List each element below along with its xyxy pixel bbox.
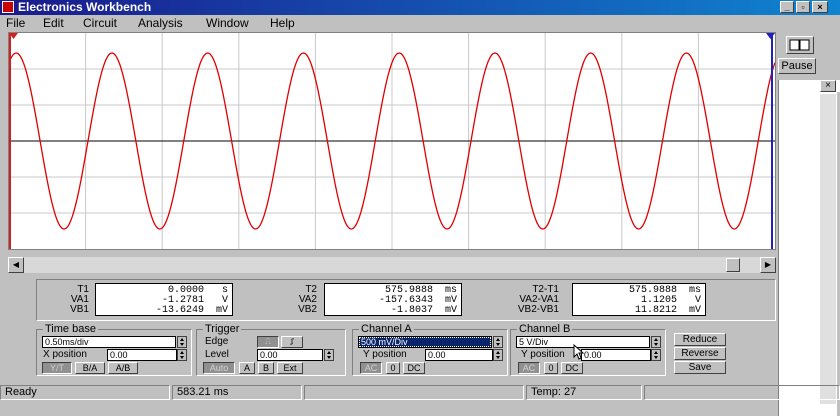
trigger-b-button[interactable]: B — [258, 362, 274, 374]
trigger-group: Trigger Edge ⎍ ⎎ Level 0.00 Auto A B Ext — [196, 323, 346, 376]
trigger-level-spinner[interactable] — [324, 349, 334, 361]
channel-a-group: Channel A 500 mV/Div Y position 0.00 AC … — [352, 323, 508, 376]
app-icon — [2, 1, 14, 13]
status-ready: Ready — [0, 385, 170, 400]
trigger-title: Trigger — [203, 323, 242, 335]
level-label: Level — [205, 349, 229, 360]
menu-bar: File Edit Circuit Analysis Window Help — [0, 15, 840, 32]
scroll-thumb[interactable] — [726, 258, 740, 272]
yt-mode-button[interactable]: Y/T — [42, 362, 72, 374]
menu-help[interactable]: Help — [270, 15, 295, 32]
close-icon[interactable]: × — [820, 80, 836, 92]
menu-window[interactable]: Window — [206, 15, 249, 32]
timebase-title: Time base — [43, 323, 98, 335]
reverse-button[interactable]: Reverse — [674, 347, 726, 360]
channel-b-ypos-spinner[interactable] — [651, 349, 661, 361]
cursor-2-handle[interactable] — [766, 33, 775, 39]
status-blank-2 — [644, 385, 840, 400]
channel-b-ac-button[interactable]: AC — [518, 362, 540, 374]
x-position-field[interactable]: 0.00 — [107, 349, 177, 361]
trigger-ext-button[interactable]: Ext — [277, 362, 303, 374]
vb-diff-value: 11.8212 mV — [634, 305, 701, 316]
timebase-scale-field[interactable]: 0.50ms/div — [42, 336, 176, 348]
waveform-plot — [8, 33, 776, 249]
vb2-value: -1.8037 mV — [390, 305, 457, 316]
menu-file[interactable]: File — [6, 15, 25, 32]
difference-readout: 575.9888 ms 1.1205 V 11.8212 mV — [572, 283, 706, 316]
trigger-a-button[interactable]: A — [239, 362, 255, 374]
trigger-auto-button[interactable]: Auto — [203, 362, 235, 374]
window-title: Electronics Workbench — [18, 0, 152, 14]
edge-label: Edge — [205, 336, 229, 347]
side-panel: Pause × — [776, 32, 840, 416]
channel-a-ypos-field[interactable]: 0.00 — [425, 349, 493, 361]
status-bar: Ready 583.21 ms Temp: 27 — [0, 384, 840, 400]
channel-a-dc-button[interactable]: DC — [403, 362, 425, 374]
rising-edge-icon[interactable]: ⎍ — [257, 336, 279, 348]
mouse-cursor-icon — [573, 344, 585, 360]
channel-b-zero-button[interactable]: 0 — [544, 362, 558, 374]
scroll-left-icon[interactable]: ◀ — [8, 257, 24, 273]
menu-edit[interactable]: Edit — [43, 15, 64, 32]
falling-edge-icon[interactable]: ⎎ — [281, 336, 303, 348]
channel-b-ypos-field[interactable]: 0.00 — [581, 349, 651, 361]
menu-analysis[interactable]: Analysis — [138, 15, 183, 32]
channel-b-dc-button[interactable]: DC — [561, 362, 583, 374]
vb2-label: VB2 — [298, 304, 317, 315]
ba-mode-button[interactable]: B/A — [75, 362, 105, 374]
vertical-scrollbar[interactable] — [820, 94, 836, 404]
vb1-value: -13.6249 mV — [155, 305, 228, 316]
status-blank — [304, 385, 524, 400]
menu-circuit[interactable]: Circuit — [83, 15, 117, 32]
timebase-spinner[interactable] — [177, 336, 187, 348]
channel-a-ypos-spinner[interactable] — [493, 349, 503, 361]
channel-a-scale-field[interactable]: 500 mV/Div — [358, 336, 492, 348]
cursor2-readout: 575.9888 ms -157.6343 mV -1.8037 mV — [324, 283, 462, 316]
channel-b-group: Channel B 5 V/Div Y position 0.00 AC 0 D… — [510, 323, 666, 376]
channel-a-zero-button[interactable]: 0 — [386, 362, 400, 374]
channel-b-title: Channel B — [517, 323, 573, 335]
scroll-right-icon[interactable]: ▶ — [760, 257, 776, 273]
timebase-group: Time base 0.50ms/div X position 0.00 Y/T… — [36, 323, 192, 376]
save-button[interactable]: Save — [674, 361, 726, 374]
restore-button[interactable]: ▫ — [796, 1, 810, 13]
book-icon[interactable] — [786, 36, 814, 54]
close-button[interactable]: × — [812, 1, 828, 13]
x-position-spinner[interactable] — [177, 349, 187, 361]
channel-a-scale-spinner[interactable] — [493, 336, 503, 348]
channel-a-ypos-label: Y position — [363, 349, 407, 360]
reduce-button[interactable]: Reduce — [674, 333, 726, 346]
trigger-level-field[interactable]: 0.00 — [257, 349, 323, 361]
status-temp: Temp: 27 — [526, 385, 642, 400]
vb1-label: VB1 — [70, 304, 89, 315]
pause-button[interactable]: Pause — [778, 58, 816, 74]
minimize-button[interactable]: _ — [780, 1, 794, 13]
channel-a-ac-button[interactable]: AC — [360, 362, 382, 374]
status-time: 583.21 ms — [172, 385, 302, 400]
cursor-readouts: T1 VA1 VB1 0.0000 s -1.2781 V -13.6249 m… — [36, 279, 776, 321]
oscilloscope-screen — [8, 32, 776, 250]
x-position-label: X position — [43, 349, 87, 360]
channel-a-title: Channel A — [359, 323, 414, 335]
channel-b-ypos-label: Y position — [521, 349, 565, 360]
title-bar: Electronics Workbench _ ▫ × — [0, 0, 840, 15]
horizontal-scrollbar[interactable]: ◀ ▶ — [8, 257, 776, 273]
ab-mode-button[interactable]: A/B — [108, 362, 138, 374]
vb-diff-label: VB2-VB1 — [517, 304, 559, 315]
channel-b-scale-spinner[interactable] — [651, 336, 661, 348]
cursor1-readout: 0.0000 s -1.2781 V -13.6249 mV — [95, 283, 233, 316]
